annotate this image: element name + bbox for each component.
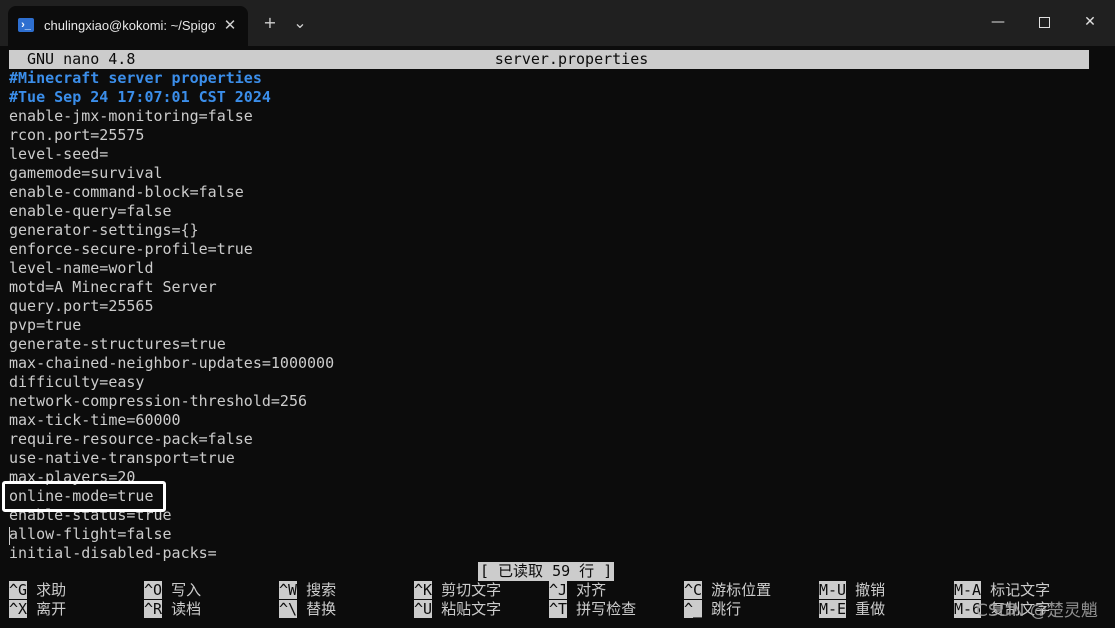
shortcut-key: M-U [819,581,847,599]
shortcut-key: ^C [684,581,703,599]
file-line: #Tue Sep 24 17:07:01 CST 2024 [9,88,271,106]
shortcut-label: 离开 [36,600,67,618]
tab-title: chulingxiao@kokomi: ~/Spigot [44,18,216,33]
shortcut-label: 撤销 [855,581,886,599]
terminal-tab[interactable]: ›_ chulingxiao@kokomi: ~/Spigot ✕ [8,6,248,46]
file-line: initial-disabled-packs= [9,544,217,562]
shortcut-item: ^G 求助 [9,581,66,600]
shortcut-label: 剪切文字 [441,581,502,599]
file-line: enable-query=false [9,202,172,220]
file-line: motd=A Minecraft Server [9,278,217,296]
shortcut-item: ^C 游标位置 [684,581,771,600]
maximize-icon [1038,16,1050,28]
highlight-box [2,481,166,512]
shortcut-label: 求助 [36,581,67,599]
shortcut-item: ^W 搜索 [279,581,336,600]
nano-header: server.properties GNU nano 4.8 [9,50,1089,69]
file-content[interactable]: #Minecraft server properties #Tue Sep 24 … [9,69,1089,563]
nano-version: GNU nano 4.8 [27,50,136,68]
minimize-button[interactable]: — [975,8,1021,36]
shortcut-item: ^X 离开 [9,600,66,619]
shortcut-item: ^\ 替换 [279,600,336,619]
shortcut-item: ^O 写入 [144,581,201,600]
terminal-icon: ›_ [18,18,34,32]
shortcut-label: 粘贴文字 [441,600,502,618]
shortcut-key: ^U [414,600,433,618]
shortcut-item: M-E 重做 [819,600,885,619]
shortcut-label: 游标位置 [711,581,772,599]
shortcut-key: M-E [819,600,847,618]
file-line: level-seed= [9,145,109,163]
shortcut-bar: ^G 求助 ^O 写入 ^W 搜索 ^K 剪切文字 ^J 对齐 ^C 游标位置 M-U 撤销 M-A 标记文字… [9,581,1115,619]
shortcut-key: ^J [549,581,568,599]
text-cursor [9,527,10,545]
maximize-button[interactable] [1021,8,1067,36]
terminal-area[interactable]: server.properties GNU nano 4.8 #Minecraf… [0,46,1115,628]
file-line: rcon.port=25575 [9,126,145,144]
shortcut-label: 替换 [306,600,337,618]
shortcut-item: ^J 对齐 [549,581,606,600]
shortcut-key: ^O [144,581,163,599]
shortcut-label: 拼写检查 [576,600,637,618]
file-line: pvp=true [9,316,82,334]
file-line: enable-jmx-monitoring=false [9,107,253,125]
new-tab-button[interactable]: + [258,12,282,34]
shortcut-key: ^\ [279,600,298,618]
file-line: allow-flight=false [9,525,172,543]
file-line: generator-settings={} [9,221,199,239]
close-window-button[interactable]: ✕ [1067,8,1113,36]
shortcut-item: ^T 拼写检查 [549,600,636,619]
shortcut-label: 对齐 [576,581,607,599]
shortcut-item: ^U 粘贴文字 [414,600,501,619]
tab-dropdown-icon[interactable]: ⌄ [288,12,312,34]
shortcut-key: ^X [9,600,28,618]
title-bar: ›_ chulingxiao@kokomi: ~/Spigot ✕ + ⌄ — … [0,0,1115,46]
file-line: difficulty=easy [9,373,145,391]
shortcut-item: M-U 撤销 [819,581,885,600]
file-line: enable-command-block=false [9,183,244,201]
file-line: require-resource-pack=false [9,430,253,448]
file-line: network-compression-threshold=256 [9,392,308,410]
shortcut-key: ^W [279,581,298,599]
status-message: [ 已读取 59 行 ] [478,562,615,581]
shortcut-label: 跳行 [711,600,742,618]
shortcut-key: ^T [549,600,568,618]
shortcut-item: ^R 读档 [144,600,201,619]
close-tab-icon[interactable]: ✕ [220,15,240,35]
shortcut-label: 重做 [855,600,886,618]
file-line: gamemode=survival [9,164,163,182]
file-line: #Minecraft server properties [9,69,262,87]
file-line: online-mode=true [9,487,154,505]
file-line: query.port=25565 [9,297,154,315]
file-line: use-native-transport=true [9,449,235,467]
shortcut-key: ^K [414,581,433,599]
shortcut-label: 写入 [171,581,202,599]
nano-filename: server.properties [494,50,649,68]
shortcut-key: ^G [9,581,28,599]
shortcut-item: ^_ 跳行 [684,600,741,619]
shortcut-label: 搜索 [306,581,337,599]
file-line: enforce-secure-profile=true [9,240,253,258]
shortcut-key: ^_ [684,600,703,618]
file-line: max-tick-time=60000 [9,411,181,429]
shortcut-key: ^R [144,600,163,618]
shortcut-label: 读档 [171,600,202,618]
file-line: max-players=20 [9,468,136,486]
shortcut-item: ^K 剪切文字 [414,581,501,600]
watermark: CSDN @楚灵魈 [976,601,1098,621]
file-line: enable-status=true [9,506,172,524]
file-line: max-chained-neighbor-updates=1000000 [9,354,335,372]
file-line: generate-structures=true [9,335,226,353]
file-line: level-name=world [9,259,154,277]
